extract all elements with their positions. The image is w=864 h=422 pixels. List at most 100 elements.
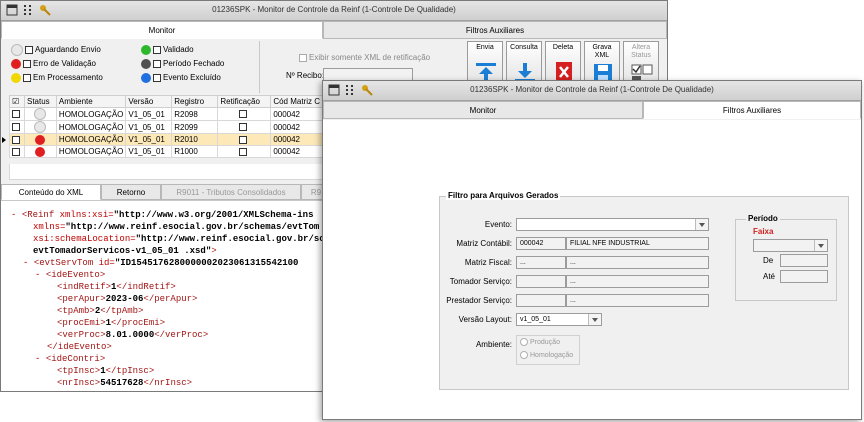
status-dot-icon — [141, 58, 151, 69]
grid-header-ambiente[interactable]: Ambiente — [55, 95, 127, 108]
row-retificacao-checkbox[interactable] — [239, 110, 248, 119]
chevron-down-icon[interactable] — [695, 219, 708, 230]
row-cod-matriz: 000042 — [270, 133, 323, 146]
prestador-servico-code[interactable] — [516, 294, 566, 307]
altera-status-button[interactable]: Altera Status — [623, 41, 659, 85]
legend-checkbox[interactable] — [153, 45, 161, 54]
row-cod-matriz: 000042 — [270, 120, 323, 134]
legend-checkbox[interactable] — [25, 46, 33, 54]
row-retificacao-cell — [217, 145, 272, 158]
row-retificacao-checkbox[interactable] — [239, 123, 248, 132]
status-dot-icon — [34, 121, 47, 133]
evento-select[interactable] — [516, 218, 709, 231]
tab-conteudo-xml[interactable]: Conteúdo do XML — [1, 184, 101, 200]
row-retificacao-checkbox[interactable] — [239, 135, 248, 144]
row-checkbox-cell[interactable] — [9, 107, 25, 121]
prestador-servico-name[interactable]: ... — [566, 294, 709, 307]
row-checkbox[interactable] — [12, 110, 20, 119]
ambiente-label: Ambiente: — [475, 340, 512, 349]
versao-layout-select[interactable]: v1_05_01 — [516, 313, 602, 326]
row-checkbox-cell[interactable] — [9, 133, 25, 146]
radio-icon[interactable] — [520, 351, 528, 359]
table-row[interactable]: HOMOLOGAÇÃO V1_05_01 R1000 000042 — [9, 145, 323, 158]
radio-producao[interactable]: Produção — [520, 338, 560, 346]
row-versao: V1_05_01 — [125, 133, 173, 146]
tomador-servico-code[interactable] — [516, 275, 566, 288]
table-row[interactable]: HOMOLOGAÇÃO V1_05_01 R2099 000042 — [9, 120, 323, 134]
back-tab-row: Monitor Filtros Auxiliares — [1, 21, 667, 40]
ambiente-radio-group: Produção Homologação — [516, 335, 580, 365]
xml-line: <perApur>2023-06</perApur> — [57, 294, 198, 304]
radio-icon[interactable] — [520, 338, 528, 346]
tab-r9011[interactable]: R9011 - Tributos Consolidados — [161, 184, 301, 200]
chevron-down-icon[interactable] — [814, 240, 827, 251]
legend-checkbox[interactable] — [23, 59, 31, 68]
grava-xml-button[interactable]: Grava XML — [584, 41, 620, 85]
status-dot-icon — [11, 44, 23, 56]
faixa-select[interactable] — [753, 239, 828, 252]
tab-filtros-auxiliares[interactable]: Filtros Auxiliares — [643, 101, 861, 119]
row-cod-matriz: 000042 — [270, 145, 323, 158]
tab-monitor[interactable]: Monitor — [1, 21, 323, 39]
status-dot-icon — [141, 44, 151, 55]
deleta-button[interactable]: Deleta — [545, 41, 581, 85]
row-checkbox[interactable] — [12, 135, 20, 144]
xml-line: <tpAmb>2</tpAmb> — [57, 306, 144, 316]
row-registro: R2098 — [171, 107, 219, 121]
de-input[interactable] — [780, 254, 828, 267]
row-checkbox-cell[interactable] — [9, 145, 25, 158]
grid-header-cod-matriz[interactable]: Cód Matriz C — [270, 95, 323, 108]
grid-pointer-icon — [2, 137, 6, 143]
ate-input[interactable] — [780, 270, 828, 283]
consulta-button[interactable]: Consulta — [506, 41, 542, 85]
front-title-bar: 01236SPK - Monitor de Controle da Reinf … — [323, 81, 861, 101]
periodo-title: Período — [746, 214, 780, 223]
xml-viewer[interactable]: - <Reinf xmlns:xsi="http://www.w3.org/20… — [1, 200, 323, 391]
tab-filtros-auxiliares[interactable]: Filtros Auxiliares — [323, 21, 667, 39]
envia-button[interactable]: Envia — [467, 41, 503, 85]
grid-header-check[interactable]: ☑ — [9, 95, 25, 108]
front-window-title: 01236SPK - Monitor de Controle da Reinf … — [470, 85, 714, 94]
status-dot-icon — [11, 72, 21, 83]
checkbox-status-icon — [630, 62, 654, 82]
legend-checkbox[interactable] — [153, 59, 161, 68]
table-row[interactable]: HOMOLOGAÇÃO V1_05_01 R2098 000042 — [9, 107, 323, 121]
retificacao-checkbox[interactable] — [299, 53, 307, 62]
grid-header-versao[interactable]: Versão — [125, 95, 173, 108]
row-checkbox[interactable] — [12, 147, 20, 156]
status-dot-icon — [35, 146, 46, 157]
tomador-servico-label: Tomador Serviço: — [449, 277, 512, 286]
retificacao-option: Exibir somente XML de retificação — [299, 52, 430, 64]
tomador-servico-name[interactable]: ... — [566, 275, 709, 288]
row-ambiente: HOMOLOGAÇÃO — [55, 107, 127, 121]
front-window: 01236SPK - Monitor de Controle da Reinf … — [322, 80, 862, 420]
matriz-contabil-code[interactable]: 000042 — [516, 237, 566, 250]
row-retificacao-checkbox[interactable] — [239, 147, 248, 156]
row-retificacao-cell — [217, 133, 272, 146]
grid-header-retificacao[interactable]: Retificação — [217, 95, 272, 108]
events-grid: ☑ Status Ambiente Versão Registro Retifi… — [9, 95, 323, 158]
matriz-fiscal-name[interactable]: ... — [566, 256, 709, 269]
grid-header-registro[interactable]: Registro — [171, 95, 219, 108]
row-retificacao-cell — [217, 120, 272, 134]
tab-monitor[interactable]: Monitor — [323, 101, 643, 119]
legend-checkbox[interactable] — [23, 73, 31, 82]
back-window-title: 01236SPK - Monitor de Controle da Reinf … — [212, 5, 456, 14]
row-retificacao-cell — [217, 107, 272, 121]
row-checkbox[interactable] — [12, 123, 20, 132]
matriz-contabil-name[interactable]: FILIAL NFE INDUSTRIAL — [566, 237, 709, 250]
row-status-cell — [24, 133, 57, 146]
tab-retorno[interactable]: Retorno — [101, 184, 161, 200]
row-checkbox-cell[interactable] — [9, 120, 25, 134]
radio-homologacao[interactable]: Homologação — [520, 351, 573, 359]
status-legend: Aguardando Envio Validado Erro de Valida… — [9, 44, 259, 90]
chevron-down-icon[interactable] — [588, 314, 601, 325]
xml-line: <tpInsc>1</tpInsc> — [57, 366, 155, 376]
row-status-cell — [24, 145, 57, 158]
legend-checkbox[interactable] — [153, 73, 161, 82]
table-row[interactable]: HOMOLOGAÇÃO V1_05_01 R2010 000042 — [9, 133, 323, 146]
grid-header-status[interactable]: Status — [24, 95, 57, 108]
row-status-cell — [24, 107, 57, 121]
xml-line: </ideEvento> — [47, 342, 112, 352]
matriz-fiscal-code[interactable]: ... — [516, 256, 566, 269]
